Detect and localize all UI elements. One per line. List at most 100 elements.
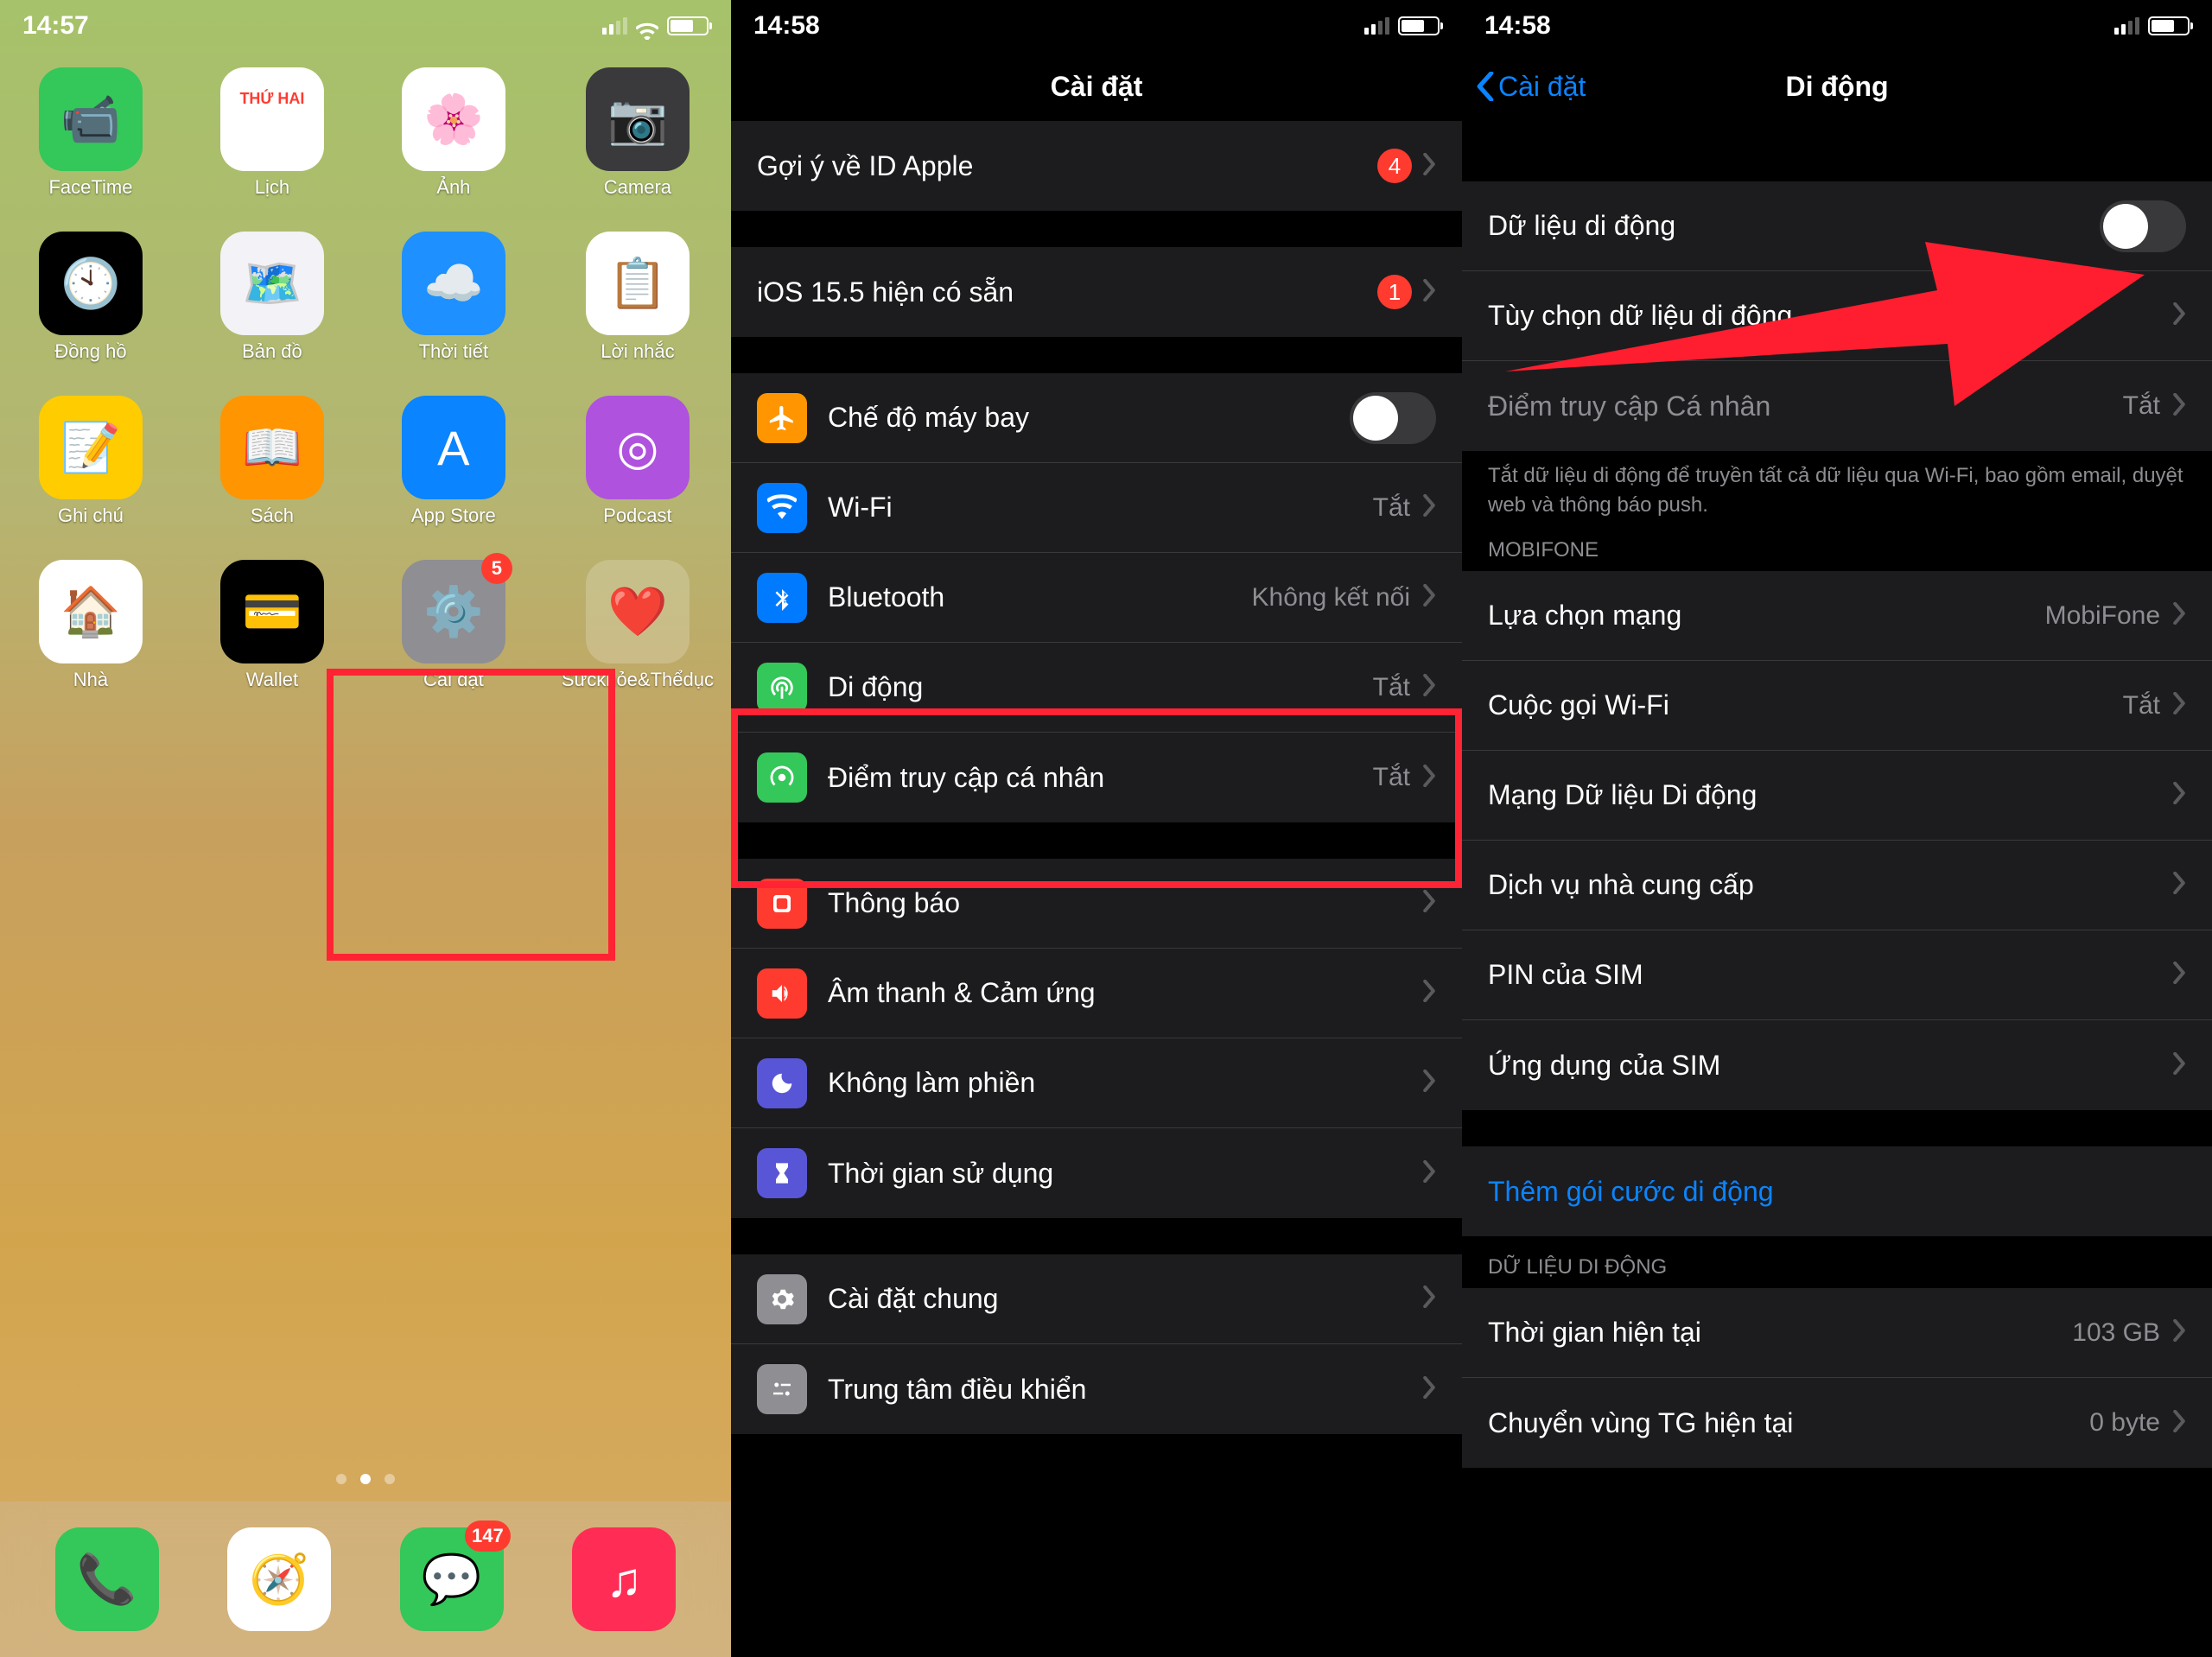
chevron-right-icon <box>1422 1160 1436 1187</box>
battery-icon <box>1398 16 1440 35</box>
app-l-ch[interactable]: THỨ HAI6Lịch <box>199 67 346 199</box>
settings-row[interactable]: Lựa chọn mạngMobiFone <box>1462 571 2212 661</box>
airplane-icon <box>757 393 807 443</box>
app-icon: 🏠 <box>39 560 143 663</box>
settings-row[interactable]: Chế độ máy bay <box>731 373 1462 463</box>
dock-messages[interactable]: 💬147 <box>400 1527 504 1631</box>
app-th-i-ti-t[interactable]: ☁️Thời tiết <box>380 232 527 363</box>
settings-row[interactable]: Cuộc gọi Wi-FiTắt <box>1462 661 2212 751</box>
row-label: Điểm truy cập Cá nhân <box>1488 390 2123 422</box>
back-button[interactable]: Cài đặt <box>1476 71 1586 103</box>
toggle[interactable] <box>2100 200 2186 252</box>
page-dots <box>0 1474 731 1484</box>
apps-grid: 📹FaceTime THỨ HAI6Lịch 🌸Ảnh 📷Camera 🕙Đồng hồ… <box>0 52 731 691</box>
settings-row[interactable]: Điểm truy cập cá nhânTắt <box>731 733 1462 822</box>
cellular-icon <box>757 663 807 713</box>
settings-row[interactable]: Chuyển vùng TG hiện tại0 byte <box>1462 1378 2212 1468</box>
app-ghi-ch-[interactable]: 📝Ghi chú <box>17 396 164 527</box>
panel-cellular: 14:58 Cài đặt Di động Dữ liệu di độngTùy… <box>1462 0 2212 1657</box>
chevron-right-icon <box>1422 1070 1436 1096</box>
app-b-n-[interactable]: 🗺️Bản đồ <box>199 232 346 363</box>
app-nh-[interactable]: 🏠 Nhà <box>17 560 164 691</box>
row-label: Lựa chọn mạng <box>1488 600 2045 632</box>
app-facetime[interactable]: 📹FaceTime <box>17 67 164 199</box>
toggle[interactable] <box>1350 392 1436 444</box>
status-bar: 14:57 <box>0 0 731 52</box>
status-right <box>1364 16 1440 35</box>
settings-row[interactable]: Cài đặt chung <box>731 1254 1462 1344</box>
app-wallet[interactable]: 💳Wallet <box>199 560 346 691</box>
settings-row[interactable]: Thời gian hiện tại103 GB <box>1462 1288 2212 1378</box>
settings-row[interactable]: PIN của SIM <box>1462 930 2212 1020</box>
app-l-i-nh-c[interactable]: 📋Lời nhắc <box>562 232 714 363</box>
add-plan-row[interactable]: Thêm gói cước di động <box>1462 1146 2212 1236</box>
battery-icon <box>667 16 709 35</box>
app-camera[interactable]: 📷Camera <box>562 67 714 199</box>
app--ng-h-[interactable]: 🕙Đồng hồ <box>17 232 164 363</box>
app-label: Sứckhỏe&Thểdục <box>562 669 714 691</box>
page-dot[interactable] <box>336 1474 346 1484</box>
app-app-store[interactable]: A App Store <box>380 396 527 527</box>
settings-row[interactable]: Mạng Dữ liệu Di động <box>1462 751 2212 841</box>
settings-row[interactable]: Dịch vụ nhà cung cấp <box>1462 841 2212 930</box>
control-icon <box>757 1364 807 1414</box>
chevron-right-icon <box>1422 1376 1436 1403</box>
page-dot[interactable] <box>385 1474 395 1484</box>
badge: 5 <box>481 553 512 584</box>
row-value: Tắt <box>2123 691 2160 721</box>
settings-row[interactable]: BluetoothKhông kết nối <box>731 553 1462 643</box>
highlight-box <box>327 669 615 961</box>
page-dot[interactable] <box>360 1474 371 1484</box>
settings-row[interactable]: Không làm phiền <box>731 1038 1462 1128</box>
app-icon: ☁️ <box>402 232 505 335</box>
app-s-ckh-e-th-d-c[interactable]: ❤️Sứckhỏe&Thểdục <box>562 560 714 691</box>
row-value: Tắt <box>1373 493 1410 523</box>
app-icon: 🌸 <box>402 67 505 171</box>
settings-row[interactable]: Wi-FiTắt <box>731 463 1462 553</box>
row-label: Wi-Fi <box>828 492 1373 524</box>
settings-row[interactable]: Trung tâm điều khiển <box>731 1344 1462 1434</box>
settings-row[interactable]: Thời gian sử dụng <box>731 1128 1462 1218</box>
settings-row[interactable]: Điểm truy cập Cá nhânTắt <box>1462 361 2212 451</box>
settings-row[interactable]: Thông báo <box>731 859 1462 949</box>
app-s-ch[interactable]: 📖Sách <box>199 396 346 527</box>
wifi-icon <box>757 483 807 533</box>
panel-homescreen: 14:57 📹FaceTime THỨ HAI6Lịch 🌸Ảnh 📷Camera 🕙Đ… <box>0 0 731 1657</box>
chevron-right-icon <box>1422 153 1436 180</box>
row-value: MobiFone <box>2045 601 2160 631</box>
app-icon: 📷 <box>586 67 690 171</box>
badge: 4 <box>1377 149 1412 183</box>
dock-phone[interactable]: 📞 <box>55 1527 159 1631</box>
settings-row[interactable]: Âm thanh & Cảm ứng <box>731 949 1462 1038</box>
chevron-right-icon <box>1422 584 1436 611</box>
app-c-i-t[interactable]: ⚙️5Cài đặt <box>380 560 527 691</box>
app-icon: 📋 <box>586 232 690 335</box>
section-header: MOBIFONE <box>1462 519 2212 571</box>
settings-row[interactable]: Gợi ý về ID Apple4 <box>731 121 1462 211</box>
settings-row[interactable]: Ứng dụng của SIM <box>1462 1020 2212 1110</box>
row-value: Không kết nối <box>1252 583 1410 613</box>
cellular-signal-icon <box>2114 17 2139 35</box>
settings-row[interactable]: iOS 15.5 hiện có sẵn1 <box>731 247 1462 337</box>
settings-row[interactable]: Di độngTắt <box>731 643 1462 733</box>
app-podcast[interactable]: ◎Podcast <box>562 396 714 527</box>
dock-safari[interactable]: 🧭 <box>227 1527 331 1631</box>
app-icon: 🗺️ <box>220 232 324 335</box>
app-icon: A <box>402 396 505 499</box>
row-label: Chuyển vùng TG hiện tại <box>1488 1407 2089 1439</box>
dock-music[interactable]: ♫ <box>572 1527 676 1631</box>
wifi-icon <box>636 17 658 35</box>
row-label: Cuộc gọi Wi-Fi <box>1488 689 2123 721</box>
status-bar: 14:58 <box>1462 0 2212 52</box>
chevron-right-icon <box>1422 494 1436 521</box>
app--nh[interactable]: 🌸Ảnh <box>380 67 527 199</box>
app-label: Sách <box>251 505 294 527</box>
row-label: PIN của SIM <box>1488 959 2172 991</box>
app-label: Nhà <box>73 669 108 691</box>
settings-row[interactable]: Dữ liệu di động <box>1462 181 2212 271</box>
app-icon: ◎ <box>586 396 690 499</box>
gear-icon <box>757 1274 807 1324</box>
settings-row[interactable]: Tùy chọn dữ liệu di động <box>1462 271 2212 361</box>
app-label: App Store <box>411 505 496 527</box>
row-value: Tắt <box>1373 763 1410 792</box>
